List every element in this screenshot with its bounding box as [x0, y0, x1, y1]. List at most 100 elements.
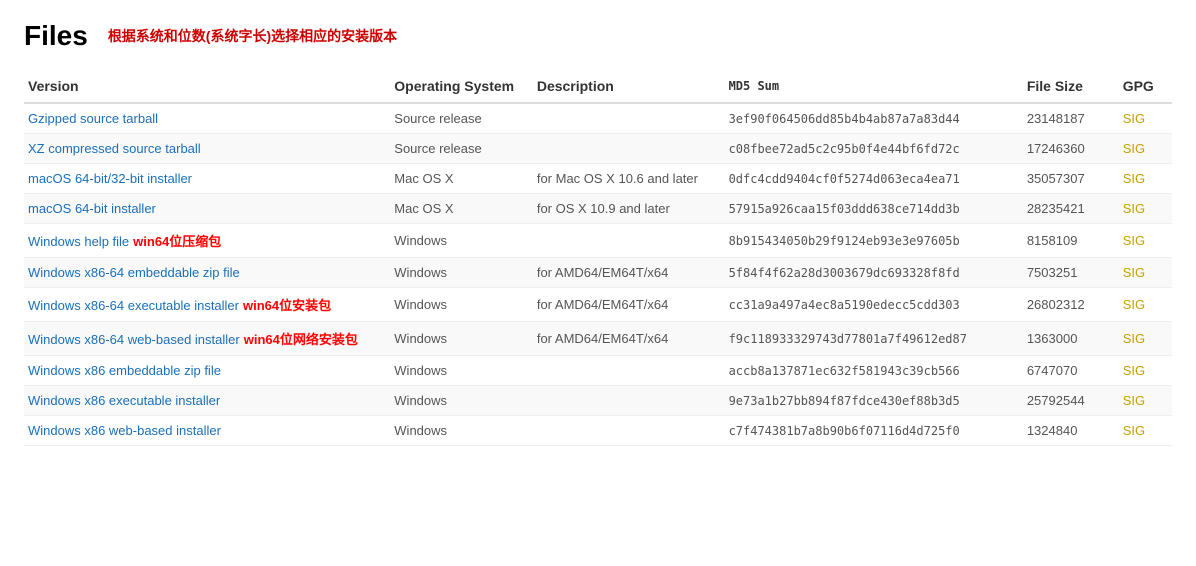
cell-md5: 9e73a1b27bb894f87fdce430ef88b3d5 [725, 386, 1023, 416]
gpg-link[interactable]: SIG [1123, 265, 1145, 280]
cell-desc [533, 386, 725, 416]
cell-os: Windows [390, 356, 533, 386]
cell-desc: for AMD64/EM64T/x64 [533, 322, 725, 356]
table-row: Windows x86 embeddable zip file Windows ac… [24, 356, 1172, 386]
version-link[interactable]: Windows x86-64 executable installer [28, 298, 239, 313]
col-version: Version [24, 70, 390, 103]
table-row: Windows x86-64 web-based installer win64位… [24, 322, 1172, 356]
version-link[interactable]: Gzipped source tarball [28, 111, 158, 126]
cell-desc [533, 356, 725, 386]
cell-md5: c7f474381b7a8b90b6f07116d4d725f0 [725, 416, 1023, 446]
cell-version: Windows x86 embeddable zip file [24, 356, 390, 386]
cell-version: macOS 64-bit/32-bit installer [24, 164, 390, 194]
cell-os: Windows [390, 288, 533, 322]
page-title: Files [24, 20, 88, 52]
cell-size: 1324840 [1023, 416, 1119, 446]
gpg-link[interactable]: SIG [1123, 111, 1145, 126]
cell-size: 17246360 [1023, 134, 1119, 164]
gpg-link[interactable]: SIG [1123, 233, 1145, 248]
col-desc: Description [533, 70, 725, 103]
cell-size: 7503251 [1023, 258, 1119, 288]
version-link[interactable]: Windows x86 web-based installer [28, 423, 221, 438]
gpg-link[interactable]: SIG [1123, 141, 1145, 156]
cell-os: Windows [390, 416, 533, 446]
cell-gpg: SIG [1119, 134, 1172, 164]
cell-desc: for Mac OS X 10.6 and later [533, 164, 725, 194]
version-link[interactable]: Windows x86 executable installer [28, 393, 220, 408]
cell-os: Windows [390, 322, 533, 356]
page-header: Files 根据系统和位数(系统字长)选择相应的安装版本 [24, 20, 1172, 52]
table-row: Windows x86-64 executable installer win64… [24, 288, 1172, 322]
cell-gpg: SIG [1119, 386, 1172, 416]
cell-version: XZ compressed source tarball [24, 134, 390, 164]
col-md5: MD5 Sum [725, 70, 1023, 103]
cell-os: Mac OS X [390, 194, 533, 224]
gpg-link[interactable]: SIG [1123, 331, 1145, 346]
table-row: Gzipped source tarball Source release 3ef9… [24, 103, 1172, 134]
gpg-link[interactable]: SIG [1123, 423, 1145, 438]
version-annotation: win64位压缩包 [133, 234, 221, 249]
table-row: XZ compressed source tarball Source relea… [24, 134, 1172, 164]
cell-md5: 0dfc4cdd9404cf0f5274d063eca4ea71 [725, 164, 1023, 194]
gpg-link[interactable]: SIG [1123, 201, 1145, 216]
cell-size: 6747070 [1023, 356, 1119, 386]
cell-md5: accb8a137871ec632f581943c39cb566 [725, 356, 1023, 386]
cell-md5: c08fbee72ad5c2c95b0f4e44bf6fd72c [725, 134, 1023, 164]
cell-os: Source release [390, 134, 533, 164]
cell-version: Windows x86 executable installer [24, 386, 390, 416]
table-row: macOS 64-bit installer Mac OS Xfor OS X 1… [24, 194, 1172, 224]
cell-md5: 57915a926caa15f03ddd638ce714dd3b [725, 194, 1023, 224]
cell-version: macOS 64-bit installer [24, 194, 390, 224]
cell-desc [533, 134, 725, 164]
page-subtitle: 根据系统和位数(系统字长)选择相应的安装版本 [108, 26, 397, 46]
cell-gpg: SIG [1119, 103, 1172, 134]
cell-md5: 3ef90f064506dd85b4b4ab87a7a83d44 [725, 103, 1023, 134]
cell-version: Gzipped source tarball [24, 103, 390, 134]
cell-gpg: SIG [1119, 288, 1172, 322]
table-header-row: Version Operating System Description MD5… [24, 70, 1172, 103]
version-link[interactable]: Windows x86-64 web-based installer [28, 332, 240, 347]
cell-desc: for AMD64/EM64T/x64 [533, 258, 725, 288]
version-link[interactable]: macOS 64-bit installer [28, 201, 156, 216]
version-annotation: win64位网络安装包 [244, 332, 358, 347]
cell-gpg: SIG [1119, 224, 1172, 258]
cell-gpg: SIG [1119, 322, 1172, 356]
cell-size: 28235421 [1023, 194, 1119, 224]
cell-md5: cc31a9a497a4ec8a5190edecc5cdd303 [725, 288, 1023, 322]
cell-size: 23148187 [1023, 103, 1119, 134]
cell-size: 35057307 [1023, 164, 1119, 194]
gpg-link[interactable]: SIG [1123, 363, 1145, 378]
version-link[interactable]: Windows help file [28, 234, 129, 249]
cell-desc [533, 224, 725, 258]
col-os: Operating System [390, 70, 533, 103]
gpg-link[interactable]: SIG [1123, 297, 1145, 312]
cell-version: Windows x86-64 embeddable zip file [24, 258, 390, 288]
cell-version: Windows x86 web-based installer [24, 416, 390, 446]
cell-gpg: SIG [1119, 356, 1172, 386]
cell-desc: for OS X 10.9 and later [533, 194, 725, 224]
version-link[interactable]: macOS 64-bit/32-bit installer [28, 171, 192, 186]
version-annotation: win64位安装包 [243, 298, 331, 313]
cell-gpg: SIG [1119, 258, 1172, 288]
cell-gpg: SIG [1119, 164, 1172, 194]
cell-size: 8158109 [1023, 224, 1119, 258]
cell-md5: f9c118933329743d77801a7f49612ed87 [725, 322, 1023, 356]
cell-md5: 8b915434050b29f9124eb93e3e97605b [725, 224, 1023, 258]
cell-os: Windows [390, 258, 533, 288]
cell-version: Windows x86-64 executable installer win64… [24, 288, 390, 322]
version-link[interactable]: Windows x86-64 embeddable zip file [28, 265, 240, 280]
col-size: File Size [1023, 70, 1119, 103]
col-gpg: GPG [1119, 70, 1172, 103]
table-row: macOS 64-bit/32-bit installerMac OS Xfor… [24, 164, 1172, 194]
table-row: Windows x86-64 embeddable zip file Window… [24, 258, 1172, 288]
cell-os: Source release [390, 103, 533, 134]
cell-desc [533, 103, 725, 134]
gpg-link[interactable]: SIG [1123, 393, 1145, 408]
gpg-link[interactable]: SIG [1123, 171, 1145, 186]
cell-os: Windows [390, 386, 533, 416]
cell-gpg: SIG [1119, 416, 1172, 446]
version-link[interactable]: XZ compressed source tarball [28, 141, 201, 156]
cell-desc: for AMD64/EM64T/x64 [533, 288, 725, 322]
version-link[interactable]: Windows x86 embeddable zip file [28, 363, 221, 378]
table-row: Windows help filewin64位压缩包Windows8b91543… [24, 224, 1172, 258]
